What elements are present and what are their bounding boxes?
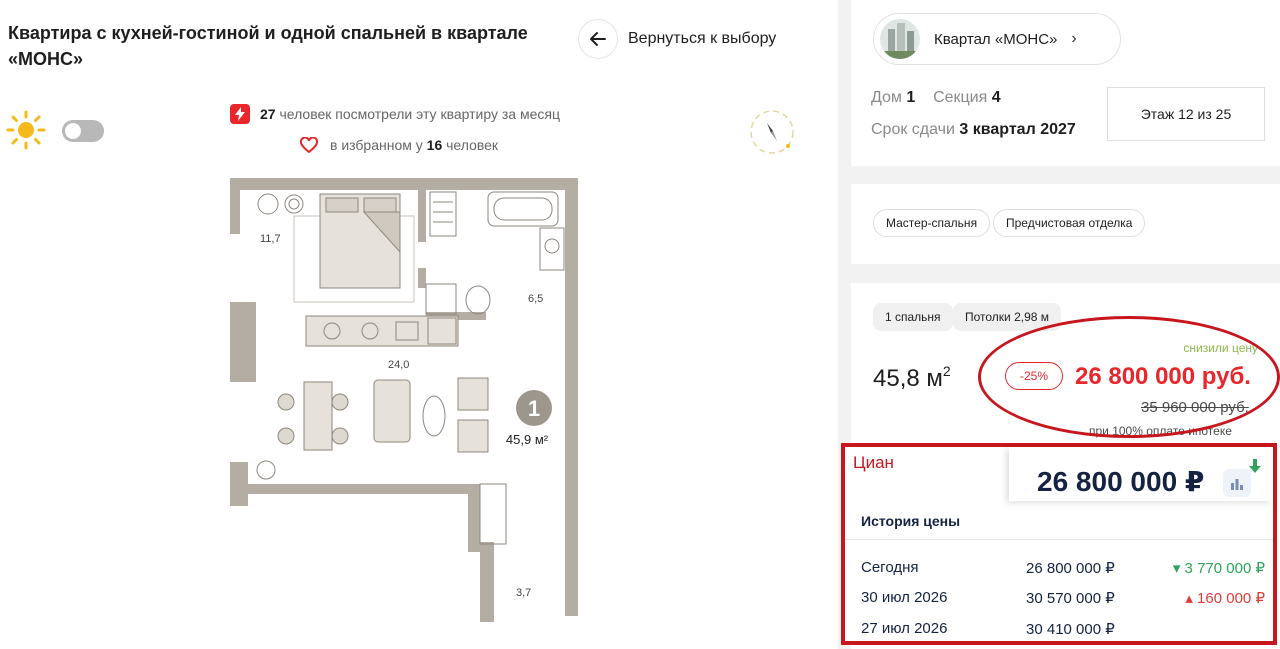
- price-chart-button[interactable]: [1223, 469, 1251, 497]
- section-value: 4: [991, 89, 1001, 106]
- toggle-knob: [65, 123, 81, 139]
- house-section-row: Дом 1 Секция 4: [871, 89, 1001, 106]
- history-change: ▾ 3 770 000 ₽: [1172, 560, 1265, 577]
- history-price: 30 570 000 ₽: [1026, 590, 1115, 607]
- chip-bedrooms: 1 спальня: [873, 303, 953, 331]
- day-night-toggle[interactable]: [62, 120, 104, 142]
- viewers-text: человек посмотрели эту квартиру за месяц: [279, 106, 560, 122]
- house-value: 1: [906, 89, 916, 106]
- arrow-left-icon: [578, 19, 618, 59]
- history-date: Сегодня: [861, 559, 919, 576]
- bar-chart-icon: [1231, 479, 1243, 490]
- room-area-balcony: 3,7: [516, 587, 531, 599]
- chevron-right-icon: ›: [1071, 30, 1077, 47]
- history-date: 30 июл 2026: [861, 589, 948, 606]
- features-card: Мастер-спальня Предчистовая отделка: [851, 184, 1280, 264]
- divider: [845, 539, 1273, 540]
- favorites-suffix: человек: [446, 137, 499, 153]
- discount-badge: -25%: [1005, 362, 1063, 390]
- favorites-prefix: в избранном у: [330, 137, 423, 153]
- quarter-label: Квартал «МОНС»: [934, 30, 1058, 48]
- floor-plan[interactable]: 1 45,9 м² 11,7 6,5 24,0 3,7: [222, 172, 582, 646]
- quarter-link[interactable]: Квартал «МОНС» ›: [873, 13, 1121, 65]
- favorites-count: 16: [426, 137, 443, 153]
- room-area-bedroom: 11,7: [260, 233, 281, 245]
- chip-ceilings: Потолки 2,98 м: [953, 303, 1062, 331]
- lightning-icon: [230, 104, 250, 124]
- floor-info: Этаж 12 из 25: [1107, 87, 1265, 141]
- apartment-area: 45,8 м2: [873, 363, 951, 392]
- history-row: Сегодня 26 800 000 ₽ ▾ 3 770 000 ₽: [861, 559, 1273, 579]
- payment-note: при 100% оплате ипотеке: [1089, 424, 1232, 438]
- cian-label: Циан: [853, 453, 894, 472]
- history-row: 27 июл 2026 30 410 000 ₽: [861, 620, 1273, 640]
- feature-chip-master-bedroom[interactable]: Мастер-спальня: [873, 209, 991, 237]
- history-price: 30 410 000 ₽: [1026, 621, 1115, 638]
- plan-badge-number: 1: [528, 396, 540, 421]
- sun-icon[interactable]: [6, 110, 46, 150]
- heart-icon[interactable]: [300, 137, 318, 153]
- price-reduced-label: снизили цену: [1183, 341, 1258, 355]
- cian-price-widget: Циан 26 800 000 ₽ История цены Сегодня 2…: [841, 443, 1277, 645]
- feature-chip-finishing[interactable]: Предчистовая отделка: [993, 209, 1146, 237]
- deadline-value: 3 квартал 2027: [959, 121, 1076, 138]
- compass-icon: [750, 110, 794, 154]
- room-area-living: 24,0: [388, 359, 409, 371]
- quarter-thumbnail: [880, 19, 920, 59]
- history-price: 26 800 000 ₽: [1026, 560, 1115, 577]
- back-label: Вернуться к выбору: [628, 30, 777, 47]
- history-change: ▴ 160 000 ₽: [1185, 590, 1265, 607]
- history-row: 30 июл 2026 30 570 000 ₽ ▴ 160 000 ₽: [861, 589, 1273, 609]
- plan-badge-area: 45,9 м²: [506, 432, 549, 447]
- current-price: 26 800 000 руб.: [1075, 363, 1251, 390]
- arrow-down-icon: [1249, 459, 1261, 473]
- room-area-bathroom: 6,5: [528, 293, 543, 305]
- cian-price: 26 800 000 ₽: [1037, 466, 1205, 497]
- apartment-plan-pane: Квартира с кухней-гостиной и одной спаль…: [0, 0, 838, 649]
- price-history-title: История цены: [861, 513, 961, 529]
- old-price: 35 960 000 руб.: [1141, 399, 1249, 416]
- complex-info-card: Квартал «МОНС» › Дом 1 Секция 4 Срок сда…: [851, 0, 1280, 166]
- favorites-stat: в избранном у 16 человек: [300, 137, 498, 153]
- deadline-row: Срок сдачи 3 квартал 2027: [871, 121, 1076, 138]
- viewers-count: 27: [260, 106, 276, 122]
- back-to-selection-button[interactable]: Вернуться к выбору: [578, 18, 776, 60]
- viewers-stat: 27 человек посмотрели эту квартиру за ме…: [230, 104, 560, 124]
- history-date: 27 июл 2026: [861, 620, 948, 637]
- page-title: Квартира с кухней-гостиной и одной спаль…: [8, 23, 528, 69]
